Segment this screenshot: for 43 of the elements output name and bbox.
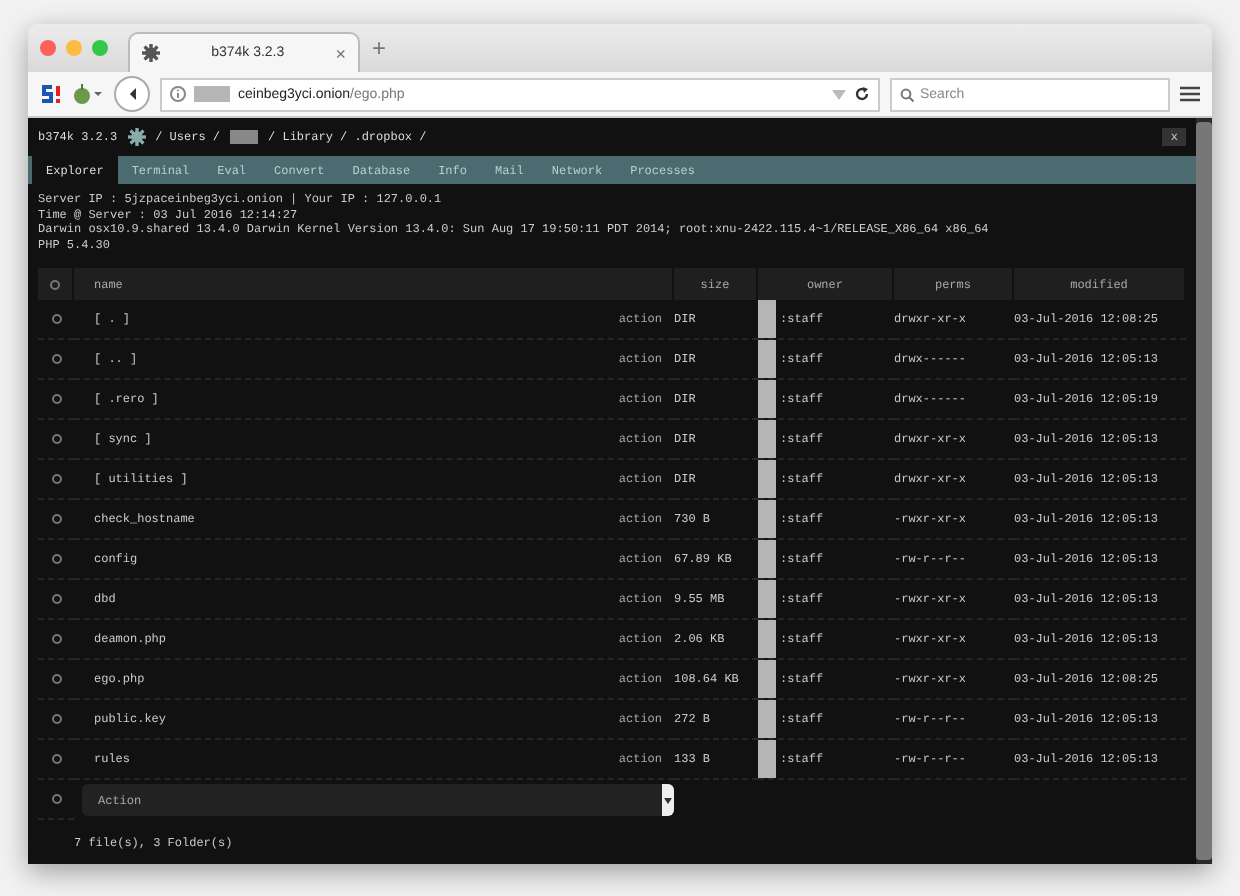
back-arrow-icon (128, 84, 136, 104)
reload-icon[interactable] (854, 86, 870, 102)
radio-button[interactable] (51, 314, 61, 324)
new-tab-button[interactable]: + (372, 34, 387, 62)
radio-button[interactable] (51, 794, 61, 804)
redaction-block (758, 460, 776, 498)
scrollbar-thumb[interactable] (1196, 122, 1212, 860)
radio-button[interactable] (50, 279, 60, 289)
radio-button[interactable] (51, 474, 61, 484)
redaction-block (758, 580, 776, 618)
site-logo-icon[interactable] (40, 84, 62, 104)
redaction-block (758, 380, 776, 418)
redaction-block (758, 700, 776, 738)
redaction-block (758, 660, 776, 698)
radio-button[interactable] (51, 674, 61, 684)
radio-button[interactable] (51, 754, 61, 764)
menu-icon[interactable] (1180, 86, 1200, 102)
redaction-block (758, 620, 776, 658)
redaction-block (230, 130, 259, 145)
radio-button[interactable] (51, 354, 61, 364)
back-button[interactable] (114, 76, 150, 112)
search-icon (900, 87, 914, 101)
radio-button[interactable] (51, 714, 61, 724)
radio-button[interactable] (51, 554, 61, 564)
onion-icon[interactable] (72, 84, 104, 104)
tab-close-button[interactable]: × (335, 43, 346, 63)
close-window-button[interactable] (40, 40, 56, 56)
redaction-block (758, 340, 776, 378)
redaction-block (194, 86, 230, 102)
caret-icon (664, 797, 672, 803)
redaction-block (758, 300, 776, 338)
info-icon (170, 86, 186, 102)
redaction-block (758, 500, 776, 538)
redaction-block (758, 540, 776, 578)
radio-button[interactable] (51, 594, 61, 604)
redaction-block (758, 420, 776, 458)
redaction-block (758, 740, 776, 778)
gear-icon (142, 44, 160, 62)
radio-button[interactable] (51, 514, 61, 524)
gear-icon (127, 128, 146, 147)
radio-button[interactable] (51, 634, 61, 644)
radio-button[interactable] (51, 434, 61, 444)
radio-button[interactable] (51, 394, 61, 404)
